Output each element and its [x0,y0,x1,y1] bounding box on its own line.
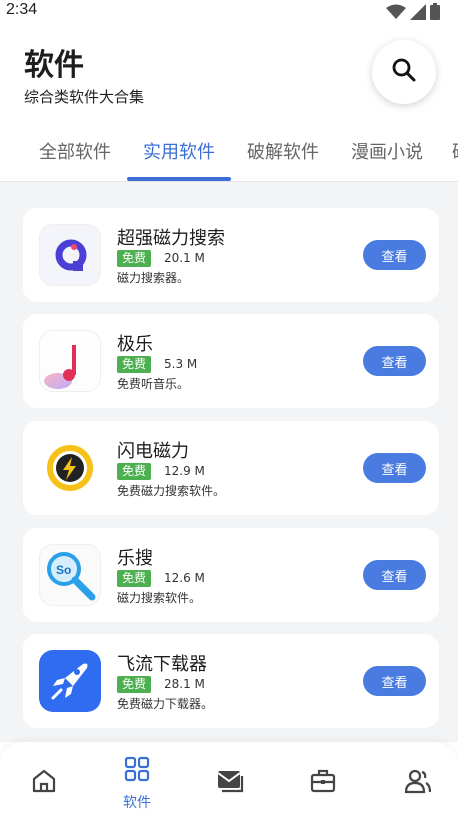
status-bar: 2:34 [0,0,458,22]
users-icon [404,768,432,798]
signal-icon [410,3,426,24]
home-icon [31,768,57,798]
bottom-nav: 软件 [0,742,458,820]
app-description: 免费磁力下载器。 [117,697,214,711]
so-magnifier-icon: So [39,544,101,606]
view-button[interactable]: 查看 [363,240,426,270]
tab-cracked-software[interactable]: 破解软件 [247,138,319,164]
nav-label-software: 软件 [123,795,151,811]
tab-comics-novels[interactable]: 漫画小说 [351,138,423,164]
page-subtitle: 综合类软件大合集 [24,88,145,106]
tab-utility-software[interactable]: 实用软件 [143,138,215,164]
app-card[interactable]: 超强磁力搜索 免费 20.1 M 磁力搜索器。 查看 [23,208,439,302]
app-name: 飞流下载器 [117,654,207,675]
app-description: 免费磁力搜索软件。 [117,484,226,498]
app-description: 免费听音乐。 [117,377,190,391]
view-button[interactable]: 查看 [363,346,426,376]
app-card[interactable]: So 乐搜 免费 12.6 M 磁力搜索软件。 查看 [23,528,439,622]
nav-item-messages[interactable] [184,742,276,820]
app-size: 5.3 M [164,357,198,371]
app-description: 磁力搜索软件。 [117,591,202,605]
app-card[interactable]: 闪电磁力 免费 12.9 M 免费磁力搜索软件。 查看 [23,421,439,515]
search-icon [391,57,417,87]
app-name: 超强磁力搜索 [117,228,225,249]
view-button[interactable]: 查看 [363,453,426,483]
free-badge: 免费 [117,463,152,480]
view-button[interactable]: 查看 [363,666,426,696]
status-time: 2:34 [6,1,38,18]
app-card[interactable]: 飞流下载器 免费 28.1 M 免费磁力下载器。 查看 [23,634,439,728]
free-badge: 免费 [117,356,152,373]
view-button[interactable]: 查看 [363,560,426,590]
page-title: 软件 [24,48,84,83]
tab-indicator [127,177,231,181]
app-list: 超强磁力搜索 免费 20.1 M 磁力搜索器。 查看 极乐 免费 5.3 M 免… [0,182,458,742]
nav-item-home[interactable] [0,742,90,820]
nav-item-profile[interactable] [372,742,458,820]
app-size: 20.1 M [164,251,205,265]
toolbox-icon [310,768,336,798]
wifi-icon [386,4,406,24]
lightning-icon [39,437,101,499]
app-size: 28.1 M [164,677,205,691]
tab-all-software[interactable]: 全部软件 [39,138,111,164]
free-badge: 免费 [117,250,152,267]
app-size: 12.9 M [164,464,205,478]
category-tabs: 全部软件 实用软件 破解软件 漫画小说 破 [0,130,458,182]
q-magnet-icon [39,224,101,286]
mail-icon [216,768,244,798]
tab-partial[interactable]: 破 [452,138,458,164]
battery-icon [430,3,440,24]
app-name: 乐搜 [117,548,153,569]
grid-icon [124,756,150,786]
nav-item-software[interactable]: 软件 [91,742,183,820]
app-name: 极乐 [117,334,153,355]
app-description: 磁力搜索器。 [117,271,190,285]
svg-text:So: So [56,563,71,577]
search-button[interactable] [372,40,436,104]
header: 软件 综合类软件大合集 [0,22,458,130]
status-icons [386,3,440,24]
rocket-icon [39,650,101,712]
app-size: 12.6 M [164,571,205,585]
music-note-icon [39,330,101,392]
free-badge: 免费 [117,570,152,587]
app-name: 闪电磁力 [117,441,189,462]
nav-item-tools[interactable] [277,742,369,820]
free-badge: 免费 [117,676,152,693]
app-card[interactable]: 极乐 免费 5.3 M 免费听音乐。 查看 [23,314,439,408]
